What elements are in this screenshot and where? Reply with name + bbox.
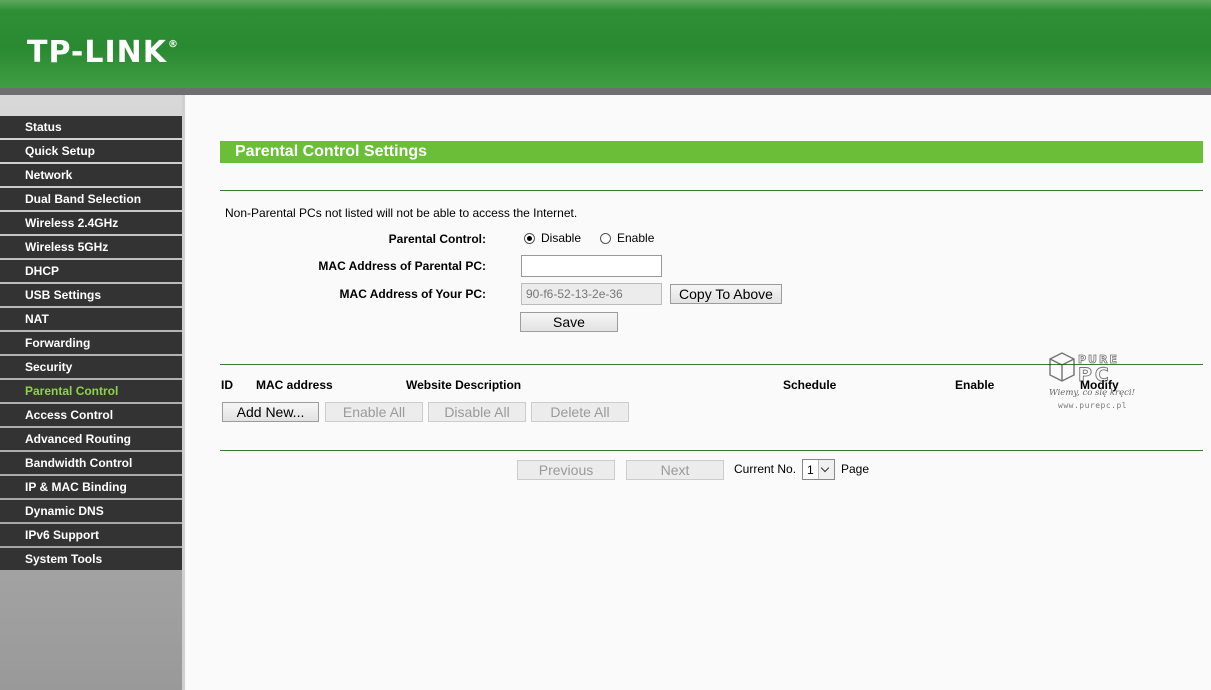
sidebar-item-forwarding[interactable]: Forwarding <box>0 332 182 354</box>
radio-enable[interactable]: Enable <box>600 231 654 245</box>
column-header-website-description: Website Description <box>406 378 522 392</box>
mac-your-pc-input[interactable] <box>521 283 662 305</box>
watermark-url: www.purepc.pl <box>1058 401 1127 410</box>
previous-page-button[interactable]: Previous <box>517 460 615 480</box>
watermark-line2: PC <box>1078 364 1112 386</box>
sidebar-item-ipv6-support[interactable]: IPv6 Support <box>0 524 182 546</box>
sidebar-item-ip-mac-binding[interactable]: IP & MAC Binding <box>0 476 182 498</box>
sidebar-item-wireless-5ghz[interactable]: Wireless 5GHz <box>0 236 182 258</box>
save-button[interactable]: Save <box>520 312 618 332</box>
sidebar-item-dynamic-dns[interactable]: Dynamic DNS <box>0 500 182 522</box>
copy-to-above-button[interactable]: Copy To Above <box>670 284 782 304</box>
column-header-id: ID <box>221 378 233 392</box>
watermark-graphic: PURE PC Wiemy, co się kręci! www.purepc.… <box>1049 352 1135 410</box>
info-note: Non-Parental PCs not listed will not be … <box>225 206 578 220</box>
sidebar-item-status[interactable]: Status <box>0 116 182 138</box>
add-new-button[interactable]: Add New... <box>222 402 319 422</box>
header-divider <box>0 88 1211 95</box>
mac-parental-label: MAC Address of Parental PC: <box>318 259 486 273</box>
sidebar: Status Quick Setup Network Dual Band Sel… <box>0 95 185 690</box>
enable-all-button[interactable]: Enable All <box>325 402 423 422</box>
sidebar-item-usb-settings[interactable]: USB Settings <box>0 284 182 306</box>
cube-icon <box>1049 352 1075 382</box>
column-header-enable: Enable <box>955 378 995 392</box>
sidebar-item-advanced-routing[interactable]: Advanced Routing <box>0 428 182 450</box>
radio-enable-label: Enable <box>617 231 655 245</box>
chevron-down-icon[interactable] <box>818 460 834 479</box>
radio-disable[interactable]: Disable <box>524 231 581 245</box>
header: TP-LINK® <box>0 0 1211 88</box>
mac-parental-input[interactable] <box>521 255 662 277</box>
tp-link-logo: TP-LINK® <box>27 35 179 70</box>
divider-top <box>220 190 1203 191</box>
current-page-label: Current No. <box>734 462 797 476</box>
sidebar-item-bandwidth-control[interactable]: Bandwidth Control <box>0 452 182 474</box>
radio-disable-dot[interactable] <box>524 232 535 244</box>
sidebar-item-dhcp[interactable]: DHCP <box>0 260 182 282</box>
sidebar-item-network[interactable]: Network <box>0 164 182 186</box>
next-page-button[interactable]: Next <box>626 460 724 480</box>
sidebar-item-access-control[interactable]: Access Control <box>0 404 182 426</box>
delete-all-button[interactable]: Delete All <box>531 402 629 422</box>
page-title: Parental Control Settings <box>220 141 1203 163</box>
mac-your-pc-label: MAC Address of Your PC: <box>339 287 486 301</box>
sidebar-item-nat[interactable]: NAT <box>0 308 182 330</box>
column-header-schedule: Schedule <box>783 378 837 392</box>
page-suffix-label: Page <box>841 462 870 476</box>
divider-bottom <box>220 450 1203 451</box>
parental-control-label: Parental Control: <box>388 232 486 246</box>
sidebar-menu: Status Quick Setup Network Dual Band Sel… <box>0 116 182 572</box>
watermark-tagline: Wiemy, co się kręci! <box>1049 388 1135 398</box>
main-content: Parental Control Settings Non-Parental P… <box>188 95 1211 690</box>
column-header-mac-address: MAC address <box>256 378 333 392</box>
sidebar-item-parental-control[interactable]: Parental Control <box>0 380 182 402</box>
disable-all-button[interactable]: Disable All <box>428 402 526 422</box>
page-select-value: 1 <box>807 463 814 477</box>
sidebar-item-wireless-24ghz[interactable]: Wireless 2.4GHz <box>0 212 182 234</box>
logo-text: TP-LINK <box>27 35 168 70</box>
sidebar-item-security[interactable]: Security <box>0 356 182 378</box>
sidebar-item-dual-band-selection[interactable]: Dual Band Selection <box>0 188 182 210</box>
purepc-watermark: PURE PC Wiemy, co się kręci! www.purepc.… <box>1046 351 1142 413</box>
page-select[interactable]: 1 <box>802 459 835 480</box>
sidebar-item-system-tools[interactable]: System Tools <box>0 548 182 570</box>
trademark-symbol: ® <box>168 39 180 50</box>
radio-disable-label: Disable <box>541 231 582 245</box>
sidebar-item-quick-setup[interactable]: Quick Setup <box>0 140 182 162</box>
radio-enable-dot[interactable] <box>600 232 611 244</box>
